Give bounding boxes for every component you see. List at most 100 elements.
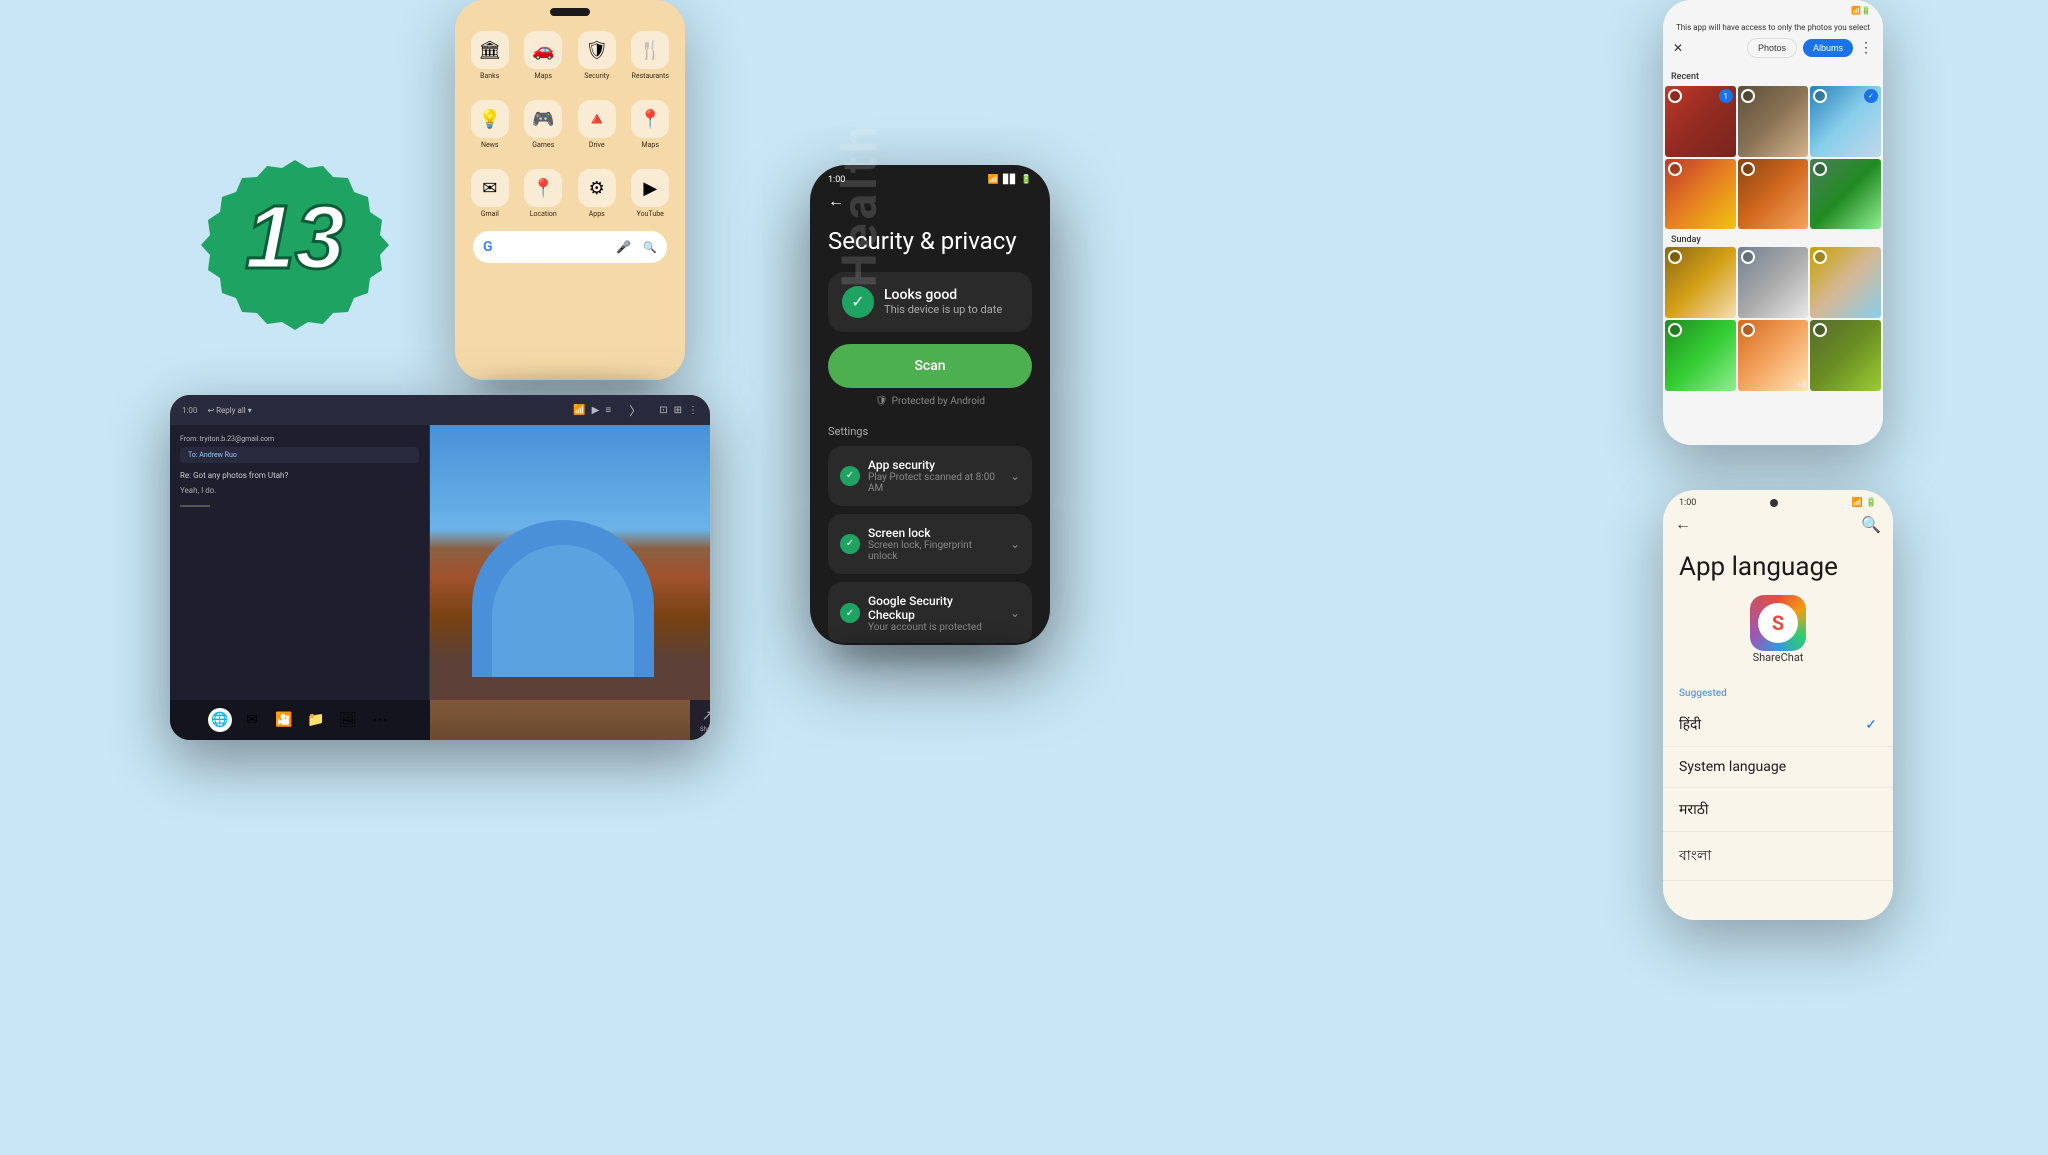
photo-select-circle (1668, 323, 1682, 337)
google-g-icon: G (483, 239, 493, 255)
dock-more[interactable]: ⋯ (368, 708, 392, 732)
photo-select-circle (1668, 162, 1682, 176)
tablet-content: From: tryiton.b.23@gmail.com To: Andrew … (170, 425, 710, 740)
sharechat-logo: S (1750, 595, 1806, 651)
to-field: To: Andrew Ruo (180, 447, 419, 463)
photos-tab-photos[interactable]: Photos (1747, 38, 1797, 58)
email-subject: Re: Got any photos from Utah? (180, 471, 419, 480)
photo-item[interactable] (1810, 159, 1881, 230)
security-checkup-chevron-icon: ⌄ (1010, 606, 1020, 620)
photo-select-circle (1741, 323, 1755, 337)
phone4-frame: 1:00 📶 🔋 ← 🔍 App language S ShareChat Su… (1663, 490, 1893, 920)
app-icon-security[interactable]: 🛡 Security (575, 31, 619, 80)
photo-select-circle (1813, 162, 1827, 176)
app-security-check-icon: ✓ (840, 466, 860, 486)
tablet-icon2: ▶ (592, 405, 600, 416)
dock-gmail[interactable]: ✉ (240, 708, 264, 732)
signal-icon: ▊▊ (1003, 175, 1017, 185)
shield-icon: ✓ (842, 286, 874, 318)
email-body: Yeah, I do. (180, 486, 419, 495)
photo-select-circle (1741, 250, 1755, 264)
photos-tab-albums[interactable]: Albums (1803, 39, 1853, 57)
app-language-title: App language (1663, 540, 1893, 595)
app-icon-maps[interactable]: 🚗 Maps (522, 31, 566, 80)
dock-chrome[interactable]: 🌐 (208, 708, 232, 732)
app-icon-loc2[interactable]: 📍 Location (522, 169, 566, 218)
screen-lock-chevron-icon: ⌄ (1010, 537, 1020, 551)
app-icon-games[interactable]: 🎮 Games (522, 100, 566, 149)
dock-photos[interactable]: 🖼 (336, 708, 360, 732)
app-icon-location[interactable]: 📍 Maps (629, 100, 673, 149)
settings-section-label: Settings (812, 421, 1048, 446)
photo-item[interactable] (1665, 247, 1736, 318)
security-checkup-setting[interactable]: ✓ Google Security Checkup Your account i… (828, 582, 1032, 643)
tablet-dock: 🌐 ✉ 🎦 📁 🖼 ⋯ (170, 700, 430, 740)
status-icons: 📶 ▊▊ 🔋 (988, 175, 1032, 185)
photo-select-circle (1668, 89, 1682, 103)
photos-tabs: ✕ Photos Albums ⋮ (1673, 38, 1873, 58)
photo-item[interactable] (1738, 247, 1809, 318)
battery-icon: 🔋 (1021, 175, 1032, 185)
screen-lock-name: Screen lock (868, 526, 1002, 540)
app-icon-apps[interactable]: ⚙ Apps (575, 169, 619, 218)
app-icon-gmail[interactable]: ✉ Gmail (468, 169, 512, 218)
screen-lock-setting[interactable]: ✓ Screen lock Screen lock, Fingerprint u… (828, 514, 1032, 574)
phone4-back-button[interactable]: ← (1675, 514, 1691, 534)
app-security-desc: Play Protect scanned at 8:00 AM (868, 472, 1002, 494)
hindi-label: हिंदी (1679, 715, 1701, 734)
tablet-icon4: ⊡ (659, 405, 667, 416)
phone2-shadow (834, 640, 1026, 660)
health-watermark: Health (831, 122, 888, 287)
photo-item[interactable]: +3 (1738, 320, 1809, 391)
photos-close-button[interactable]: ✕ (1673, 41, 1683, 55)
protected-text: 🛡 Protected by Android (812, 396, 1048, 407)
language-item-marathi[interactable]: मराठी (1663, 788, 1893, 832)
tablet-icon3: ≡ (605, 405, 611, 416)
language-item-bengali[interactable]: বাংলা (1663, 832, 1893, 881)
photo-item[interactable] (1665, 159, 1736, 230)
scan-button[interactable]: Scan (828, 344, 1032, 388)
tablet-topbar: 1:00 ↩ Reply all ▾ 📶 ▶ ≡ 〉 ⊡ ⊞ ⋮ (170, 395, 710, 425)
photo-select-circle (1813, 89, 1827, 103)
photo-item[interactable] (1810, 247, 1881, 318)
email-cursor (180, 505, 210, 507)
app-icon-youtube[interactable]: ▶ YouTube (629, 169, 673, 218)
app-security-chevron-icon: ⌄ (1010, 469, 1020, 483)
photo-item[interactable] (1810, 320, 1881, 391)
app-icon-news[interactable]: 💡 News (468, 100, 512, 149)
tablet-photo-actions: ↗ Share ✏ Edit ℹ Info 🗑 Delete (690, 700, 710, 740)
photo-item[interactable]: ✓ (1810, 86, 1881, 157)
app-icon-restaurants[interactable]: 🍴 Restaurants (629, 31, 673, 80)
app-security-setting[interactable]: ✓ App security Play Protect scanned at 8… (828, 446, 1032, 506)
dock-drive[interactable]: 📁 (304, 708, 328, 732)
photo-item[interactable] (1738, 159, 1809, 230)
suggested-label: Suggested (1663, 682, 1893, 703)
phone3-photos-picker: 📶🔋 This app will have access to only the… (1663, 0, 1883, 445)
lens-icon: 🔍 (643, 241, 657, 254)
app-grid-row3: ✉ Gmail 📍 Location ⚙ Apps ▶ YouTube (463, 164, 677, 223)
android13-badge: 13 (200, 150, 390, 340)
screen-lock-info: Screen lock Screen lock, Fingerprint unl… (868, 526, 1002, 562)
share-action[interactable]: ↗ Share (700, 708, 710, 733)
phone1-homescreen: 🏛 Banks 🚗 Maps 🛡 Security 🍴 Restaurants (455, 0, 685, 380)
shield-small-icon: 🛡 (875, 396, 888, 407)
app-grid-row1: 🏛 Banks 🚗 Maps 🛡 Security 🍴 Restaurants (463, 26, 677, 85)
phone4-status-icons: 📶 🔋 (1852, 498, 1877, 508)
dock-meet[interactable]: 🎦 (272, 708, 296, 732)
app-grid-row2: 💡 News 🎮 Games 🔺 Drive 📍 Maps (463, 95, 677, 154)
phone4-search-button[interactable]: 🔍 (1861, 515, 1881, 534)
language-item-system[interactable]: System language (1663, 747, 1893, 788)
photo-item[interactable] (1665, 320, 1736, 391)
app-icon-drive[interactable]: 🔺 Drive (575, 100, 619, 149)
photo-item[interactable]: 1 (1665, 86, 1736, 157)
mic-icon: 🎤 (616, 240, 631, 254)
photo-select-circle (1813, 250, 1827, 264)
phone4-time: 1:00 (1679, 498, 1696, 508)
language-item-hindi[interactable]: हिंदी ✓ (1663, 703, 1893, 747)
app-icon-banks[interactable]: 🏛 Banks (468, 31, 512, 80)
security-checkup-info: Google Security Checkup Your account is … (868, 594, 1002, 633)
phone1-search-bar[interactable]: G 🎤 🔍 (473, 231, 667, 263)
email-compose-panel: From: tryiton.b.23@gmail.com To: Andrew … (170, 425, 430, 740)
photos-more-button[interactable]: ⋮ (1859, 40, 1873, 56)
photo-item[interactable] (1738, 86, 1809, 157)
